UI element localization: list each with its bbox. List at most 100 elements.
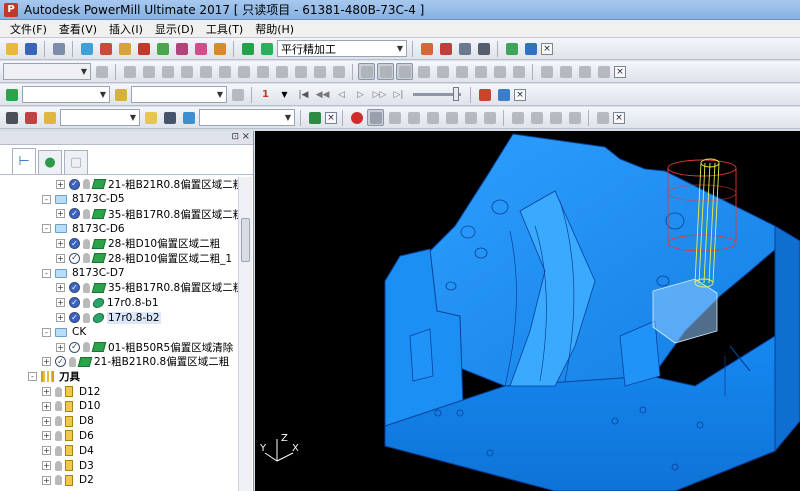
- toolpath-icon[interactable]: [239, 40, 256, 57]
- tree-row[interactable]: - 8173C-D5: [0, 192, 238, 207]
- lightbulb-icon[interactable]: [83, 238, 90, 249]
- tree-row[interactable]: + ✓ 21-粗B21R0.8偏置区域二粗: [0, 355, 238, 370]
- step-forward-icon[interactable]: ▷▷: [371, 86, 388, 103]
- edit-8-icon[interactable]: [254, 63, 271, 80]
- bulb-icon[interactable]: [229, 86, 246, 103]
- edit-toolbar-close-button[interactable]: ×: [614, 65, 626, 78]
- record-icon[interactable]: [348, 109, 365, 126]
- lightbulb-icon[interactable]: [55, 401, 62, 412]
- lightbulb-icon[interactable]: [55, 416, 62, 427]
- simulation-icon[interactable]: [3, 86, 20, 103]
- lightbulb-icon[interactable]: [83, 253, 90, 264]
- tree-expander-icon[interactable]: +: [56, 209, 65, 219]
- folder-open-icon[interactable]: [41, 109, 58, 126]
- edit-17-icon[interactable]: [491, 63, 508, 80]
- pin-icon[interactable]: ⊡: [231, 132, 239, 142]
- step-back-icon[interactable]: ◀◀: [314, 86, 331, 103]
- lightbulb-icon[interactable]: [83, 282, 90, 293]
- edit-15-icon[interactable]: [453, 63, 470, 80]
- edit-21-icon[interactable]: [576, 63, 593, 80]
- edit-7-icon[interactable]: [235, 63, 252, 80]
- lightbulb-icon[interactable]: [83, 342, 90, 353]
- tree-row[interactable]: + ✓ 17r0.8-b1: [0, 295, 238, 310]
- edit-9-icon[interactable]: [273, 63, 290, 80]
- simulation-speed-slider[interactable]: [413, 87, 461, 101]
- shade-1-icon[interactable]: [386, 109, 403, 126]
- lightbulb-icon[interactable]: [55, 430, 62, 441]
- shade-2-icon[interactable]: [405, 109, 422, 126]
- sim-option-1-icon[interactable]: [476, 86, 493, 103]
- calculator-icon[interactable]: [456, 40, 473, 57]
- edit-19-icon[interactable]: [538, 63, 555, 80]
- block-icon[interactable]: [78, 40, 95, 57]
- shade-5-icon[interactable]: [462, 109, 479, 126]
- edit-12-icon[interactable]: [330, 63, 347, 80]
- rapid-move-icon[interactable]: [97, 40, 114, 57]
- tree-row[interactable]: + D6: [0, 429, 238, 444]
- edit-3-icon[interactable]: [159, 63, 176, 80]
- tree-row[interactable]: - 8173C-D6: [0, 221, 238, 236]
- shade-4-icon[interactable]: [443, 109, 460, 126]
- tree-expander-icon[interactable]: +: [56, 342, 65, 352]
- shade-10-icon[interactable]: [566, 109, 583, 126]
- menu-help[interactable]: 帮助(H): [249, 21, 300, 37]
- tree-expander-icon[interactable]: +: [56, 239, 65, 249]
- collision-icon[interactable]: [306, 109, 323, 126]
- simulation-tool-select[interactable]: ▼: [131, 86, 227, 103]
- lightbulb-icon[interactable]: [83, 179, 90, 190]
- close-icon[interactable]: ×: [242, 131, 250, 142]
- tree-row[interactable]: + ✓ 21-粗B21R0.8偏置区域二粗_1: [0, 177, 238, 192]
- lightbulb-icon[interactable]: [83, 208, 90, 219]
- shading-icon[interactable]: [142, 109, 159, 126]
- tree-expander-icon[interactable]: +: [42, 416, 51, 426]
- tree-row[interactable]: + D12: [0, 384, 238, 399]
- tree-expander-icon[interactable]: +: [42, 461, 51, 471]
- play-icon[interactable]: ▷: [352, 86, 369, 103]
- tree-expander-icon[interactable]: +: [56, 313, 65, 323]
- tree-expander-icon[interactable]: -: [42, 268, 51, 278]
- tree-row[interactable]: - 刀具: [0, 369, 238, 384]
- go-start-icon[interactable]: |◀: [295, 86, 312, 103]
- open-project-icon[interactable]: [3, 40, 20, 57]
- active-state-icon[interactable]: ✓: [69, 238, 80, 250]
- lightbulb-icon[interactable]: [55, 475, 62, 486]
- edit-10-icon[interactable]: [292, 63, 309, 80]
- edit-20-icon[interactable]: [557, 63, 574, 80]
- simulation-entity-select[interactable]: ▼: [22, 86, 110, 103]
- save-project-icon[interactable]: [22, 40, 39, 57]
- tree-row[interactable]: - 8173C-D7: [0, 266, 238, 281]
- select-mode-2-icon[interactable]: [377, 63, 394, 80]
- gouge-check-icon[interactable]: [437, 40, 454, 57]
- viewmill-2-icon[interactable]: [22, 109, 39, 126]
- tree-expander-icon[interactable]: +: [42, 401, 51, 411]
- layer-icon[interactable]: [93, 63, 110, 80]
- menu-display[interactable]: 显示(D): [149, 21, 200, 37]
- edit-22-icon[interactable]: [595, 63, 612, 80]
- viewmill-select[interactable]: ▼: [60, 109, 140, 126]
- ncprogram-icon[interactable]: [522, 40, 539, 57]
- machine-icon[interactable]: [161, 109, 178, 126]
- tree-expander-icon[interactable]: +: [42, 431, 51, 441]
- select-mode-3-icon[interactable]: [396, 63, 413, 80]
- edit-4-icon[interactable]: [178, 63, 195, 80]
- tree-row[interactable]: + D8: [0, 414, 238, 429]
- simulation-toolbar-close-button[interactable]: ×: [514, 88, 526, 101]
- tree-expander-icon[interactable]: +: [56, 283, 65, 293]
- inactive-state-icon[interactable]: ✓: [55, 356, 66, 368]
- measure-icon[interactable]: [475, 40, 492, 57]
- lightbulb-icon[interactable]: [55, 460, 62, 471]
- tree-row[interactable]: + ✓ 17r0.8-b2: [0, 310, 238, 325]
- workplane-icon[interactable]: [503, 40, 520, 57]
- print-icon[interactable]: [50, 40, 67, 57]
- machine-select[interactable]: ▼: [199, 109, 295, 126]
- menu-view[interactable]: 查看(V): [53, 21, 103, 37]
- leads-links-icon[interactable]: [211, 40, 228, 57]
- menu-file[interactable]: 文件(F): [4, 21, 53, 37]
- shade-6-icon[interactable]: [481, 109, 498, 126]
- toolbar-close-button[interactable]: ×: [541, 42, 553, 55]
- verify-icon[interactable]: [418, 40, 435, 57]
- tree-expander-icon[interactable]: -: [42, 327, 51, 337]
- edit-2-icon[interactable]: [140, 63, 157, 80]
- shade-3-icon[interactable]: [424, 109, 441, 126]
- active-state-icon[interactable]: ✓: [69, 297, 80, 309]
